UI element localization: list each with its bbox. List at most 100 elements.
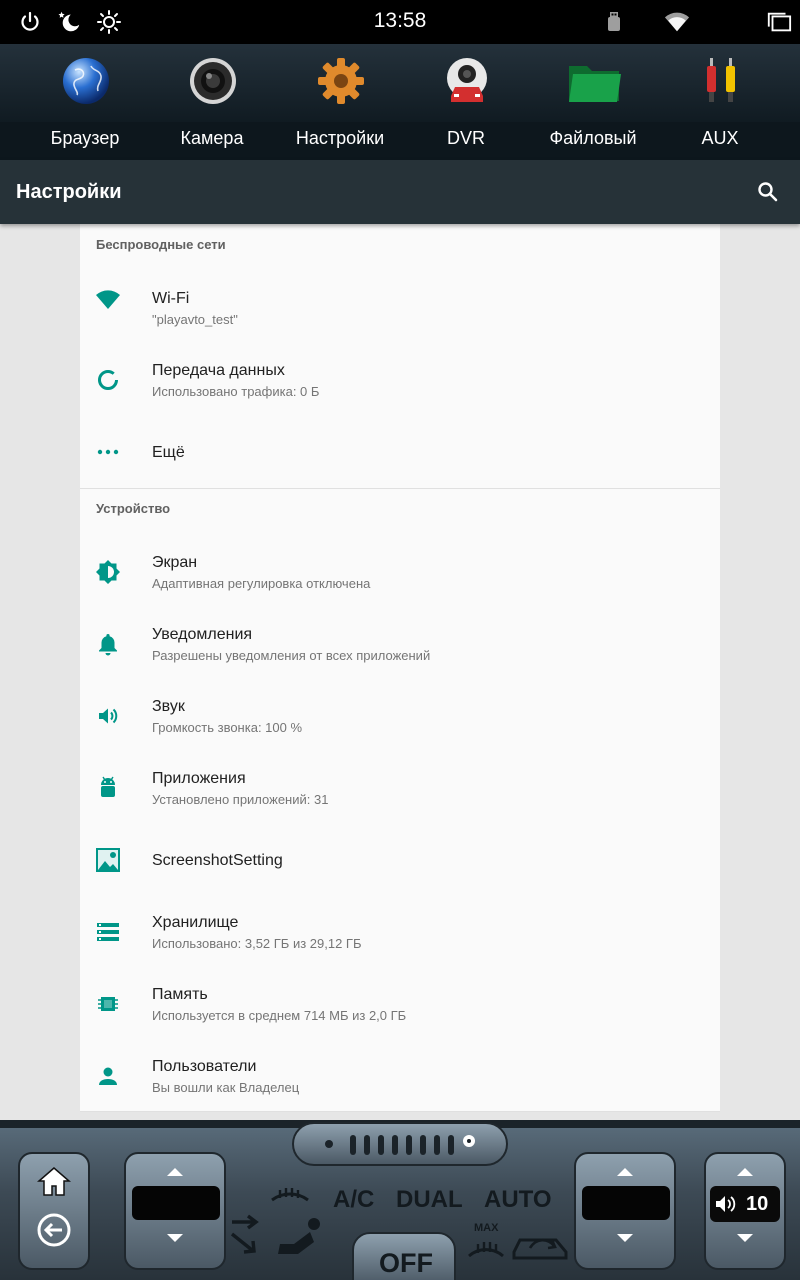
android-icon [94,774,122,802]
status-bar: 13:58 [0,0,800,44]
setting-subtitle: "playavto_test" [152,312,238,327]
setting-item-notifications[interactable]: Уведомления Разрешены уведомления от все… [80,600,720,672]
setting-subtitle: Используется в среднем 714 МБ из 2,0 ГБ [152,1008,407,1023]
fan-low-icon [324,1136,334,1148]
airflow-direction-icon [230,1212,264,1258]
left-temp-display [132,1186,220,1220]
section-header-device: Устройство [96,501,171,516]
setting-title: Пользователи [152,1058,257,1075]
setting-item-storage[interactable]: Хранилище Использовано: 3,52 ГБ из 29,12… [80,888,720,960]
dual-button[interactable]: DUAL [396,1186,463,1214]
app-label: Камера [180,128,244,148]
setting-subtitle: Установлено приложений: 31 [152,792,329,807]
setting-subtitle: Адаптивная регулировка отключена [152,576,371,591]
app-aux[interactable]: AUX [656,44,784,160]
app-dvr[interactable]: DVR [402,44,530,160]
left-temperature-control [124,1152,226,1270]
setting-title: Уведомления [152,626,253,643]
wifi-icon [664,9,690,35]
setting-item-more[interactable]: Ещё [80,416,720,488]
app-launcher: Браузер Камера Настройки DVR Файловый AU… [0,44,800,160]
volume-icon [94,702,122,730]
recirculation-icon[interactable] [510,1226,570,1262]
section-divider [80,488,720,489]
setting-item-data-usage[interactable]: Передача данных Использовано трафика: 0 … [80,336,720,408]
volume-control: 10 [704,1152,786,1270]
app-label: Настройки [295,128,385,148]
setting-title: Приложения [152,770,246,787]
setting-subtitle: Использовано трафика: 0 Б [152,384,320,399]
bell-icon [94,630,122,658]
volume-up-button[interactable] [737,1168,753,1176]
setting-subtitle: Разрешены уведомления от всех приложений [152,648,431,663]
section-header-wireless: Беспроводные сети [96,237,226,252]
page-title: Настройки [16,181,122,203]
setting-title: Звук [152,698,185,715]
left-temp-down-button[interactable] [167,1234,183,1242]
back-icon[interactable] [36,1212,72,1248]
memory-chip-icon [94,990,122,1018]
right-temp-display [582,1186,670,1220]
auto-button[interactable]: AUTO [484,1186,552,1214]
search-icon[interactable] [756,180,780,204]
setting-item-screenshot[interactable]: ScreenshotSetting [80,824,720,896]
max-defrost-icon[interactable]: MAX [466,1220,506,1264]
app-browser[interactable]: Браузер [21,44,149,160]
setting-item-wifi[interactable]: Wi-Fi "playavto_test" [80,264,720,336]
setting-subtitle: Вы вошли как Владелец [152,1080,300,1095]
right-temp-up-button[interactable] [617,1168,633,1176]
recent-apps-icon[interactable] [766,9,792,35]
setting-subtitle: Громкость звонка: 100 % [152,720,303,735]
setting-item-display[interactable]: Экран Адаптивная регулировка отключена [80,528,720,600]
app-label: AUX [701,128,739,148]
app-settings[interactable]: Настройки [276,44,404,160]
max-label: MAX [474,1222,499,1234]
screenshot-icon [94,846,122,874]
fan-speed-control[interactable] [292,1122,508,1166]
settings-gear-icon [316,56,366,106]
app-label: Файловый [549,128,637,148]
left-temp-up-button[interactable] [167,1168,183,1176]
right-temp-down-button[interactable] [617,1234,633,1242]
setting-item-sound[interactable]: Звук Громкость звонка: 100 % [80,672,720,744]
setting-title: Хранилище [152,914,239,931]
app-camera[interactable]: Камера [148,44,276,160]
folder-icon [565,56,623,106]
setting-title: Память [152,986,208,1003]
storage-icon [94,918,122,946]
off-label: OFF [379,1248,433,1278]
dvr-car-icon [442,56,492,106]
person-icon [94,1062,122,1090]
climate-off-button[interactable]: OFF [352,1232,456,1280]
setting-title: Wi-Fi [152,290,190,307]
wifi-icon [94,286,122,314]
usb-icon [601,9,627,35]
action-bar: Настройки [0,160,800,224]
home-icon[interactable] [36,1164,72,1200]
list-bottom-divider [80,1111,720,1112]
speaker-icon [715,1194,737,1214]
windshield-defrost-icon[interactable] [268,1180,312,1210]
setting-title: Экран [152,554,198,571]
app-label: DVR [446,128,485,148]
volume-down-button[interactable] [737,1234,753,1242]
setting-item-memory[interactable]: Память Используется в среднем 714 МБ из … [80,960,720,1032]
setting-title: Передача данных [152,362,285,379]
seat-person-icon[interactable] [276,1216,326,1260]
fan-speed-bars [350,1134,454,1156]
settings-list[interactable]: Беспроводные сети Wi-Fi "playavto_test" … [80,224,720,1112]
volume-value: 10 [746,1193,769,1215]
volume-display: 10 [710,1186,780,1222]
app-file-manager[interactable]: Файловый [529,44,657,160]
app-label: Браузер [50,128,120,148]
setting-title: Ещё [152,444,185,461]
ac-button[interactable]: A/C [333,1186,374,1214]
setting-subtitle: Использовано: 3,52 ГБ из 29,12 ГБ [152,936,362,951]
setting-item-users[interactable]: Пользователи Вы вошли как Владелец [80,1032,720,1104]
home-back-panel [18,1152,90,1270]
more-dots-icon [94,438,122,466]
display-brightness-icon [94,558,122,586]
setting-item-apps[interactable]: Приложения Установлено приложений: 31 [80,744,720,816]
fan-high-icon [462,1134,476,1148]
browser-globe-icon [61,56,111,106]
